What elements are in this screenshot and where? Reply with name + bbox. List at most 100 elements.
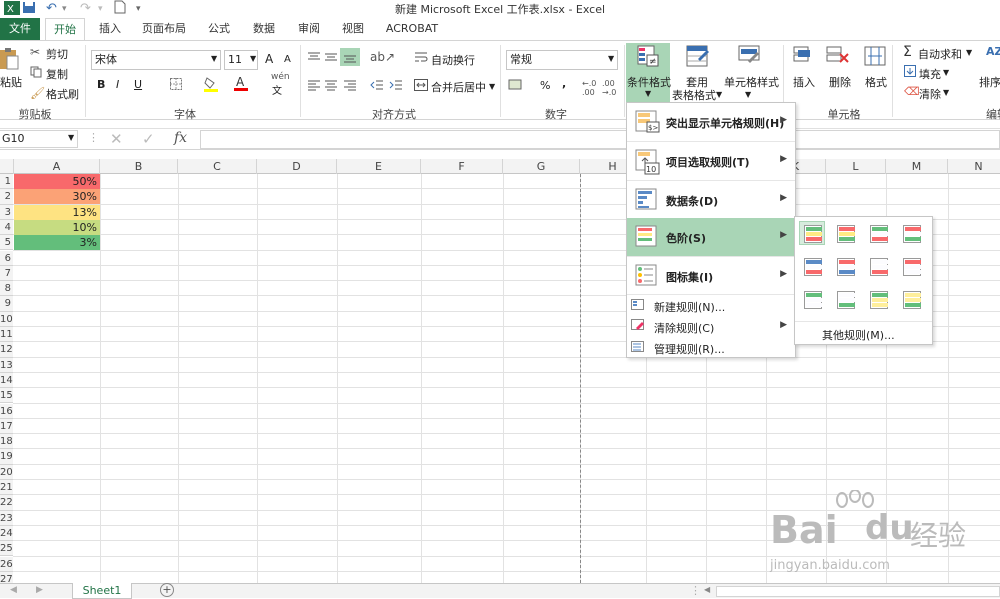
tab-formulas[interactable]: 公式 bbox=[199, 18, 239, 40]
row-header[interactable]: 18 bbox=[0, 434, 13, 450]
underline-button[interactable]: U bbox=[134, 78, 142, 91]
column-header[interactable]: G bbox=[503, 159, 580, 174]
insert-function-icon[interactable]: fx bbox=[174, 130, 187, 146]
color-scale-option[interactable] bbox=[799, 221, 825, 245]
align-left-icon[interactable] bbox=[307, 79, 321, 94]
tab-file[interactable]: 文件 bbox=[0, 18, 40, 40]
menu-item-icon-sets[interactable]: 图标集(I) ▶ bbox=[627, 256, 795, 294]
row-header[interactable]: 23 bbox=[0, 510, 13, 526]
color-scale-option[interactable] bbox=[865, 287, 891, 311]
row-header[interactable]: 14 bbox=[0, 372, 13, 389]
enter-icon[interactable]: ✓ bbox=[142, 130, 155, 148]
column-header[interactable]: M bbox=[886, 159, 948, 174]
cell-a1[interactable]: 50% bbox=[14, 174, 100, 189]
insert-cells-button[interactable]: 插入 bbox=[793, 74, 815, 90]
currency-icon[interactable] bbox=[508, 78, 524, 95]
row-header[interactable]: 9 bbox=[0, 296, 13, 312]
row-header[interactable]: 19 bbox=[0, 449, 13, 465]
conditional-formatting-button[interactable]: ≠ 条件格式 ▼ bbox=[626, 43, 671, 103]
column-header[interactable]: D bbox=[257, 159, 337, 174]
hscroll-left-icon[interactable]: ◀ bbox=[704, 585, 710, 594]
menu-item-top-bottom-rules[interactable]: 10 项目选取规则(T) ▶ bbox=[627, 141, 795, 180]
increase-indent-icon[interactable] bbox=[389, 79, 403, 94]
more-rules-link[interactable]: 其他规则(M)... bbox=[822, 327, 895, 343]
row-header[interactable]: 11 bbox=[0, 327, 13, 343]
column-header[interactable]: N bbox=[948, 159, 1000, 174]
row-header[interactable]: 13 bbox=[0, 357, 13, 373]
column-header[interactable]: B bbox=[100, 159, 178, 174]
menu-item-new-rule[interactable]: 新建规则(N)... bbox=[627, 294, 795, 315]
tab-acrobat[interactable]: ACROBAT bbox=[380, 18, 444, 40]
tab-page-layout[interactable]: 页面布局 bbox=[137, 18, 191, 40]
row-header[interactable]: 21 bbox=[0, 480, 13, 496]
tab-data[interactable]: 数据 bbox=[244, 18, 284, 40]
borders-icon[interactable] bbox=[170, 78, 182, 93]
row-header[interactable]: 7 bbox=[0, 265, 13, 282]
color-scale-option[interactable] bbox=[898, 221, 924, 245]
grow-font-button[interactable]: A bbox=[265, 52, 273, 66]
row-header[interactable]: 26 bbox=[0, 556, 13, 572]
color-scale-option[interactable] bbox=[832, 254, 858, 278]
cut-button[interactable]: 剪切 bbox=[46, 46, 68, 62]
cell-styles-button[interactable]: 单元格样式 bbox=[724, 74, 779, 90]
percent-button[interactable]: % bbox=[540, 79, 550, 92]
cell-a4[interactable]: 10% bbox=[14, 219, 100, 235]
align-top-icon[interactable] bbox=[307, 51, 321, 66]
column-header[interactable]: C bbox=[178, 159, 257, 174]
paste-icon[interactable] bbox=[0, 47, 20, 74]
wrap-text-button[interactable]: 自动换行 bbox=[431, 52, 475, 68]
color-scale-option[interactable] bbox=[832, 287, 858, 311]
row-header[interactable]: 6 bbox=[0, 250, 13, 266]
row-header[interactable]: 24 bbox=[0, 525, 13, 542]
menu-item-manage-rules[interactable]: 管理规则(R)... bbox=[627, 337, 795, 358]
row-header[interactable]: 8 bbox=[0, 281, 13, 297]
row-header[interactable]: 27 bbox=[0, 571, 13, 583]
shrink-font-button[interactable]: A bbox=[284, 54, 291, 65]
increase-decimal-icon[interactable]: ←.0.00 bbox=[582, 79, 596, 97]
cell-a3[interactable]: 13% bbox=[14, 204, 100, 220]
merge-center-button[interactable]: 合并后居中 bbox=[431, 79, 486, 95]
row-header[interactable]: 25 bbox=[0, 541, 13, 557]
row-header[interactable]: 22 bbox=[0, 495, 13, 511]
paste-button[interactable]: 粘贴 bbox=[0, 74, 22, 90]
italic-button[interactable]: I bbox=[116, 78, 119, 91]
fill-color-icon[interactable] bbox=[204, 76, 218, 95]
color-scale-option[interactable] bbox=[832, 221, 858, 245]
tab-view[interactable]: 视图 bbox=[333, 18, 373, 40]
align-bottom-icon[interactable] bbox=[340, 48, 360, 66]
row-header[interactable]: 17 bbox=[0, 418, 13, 435]
orientation-icon[interactable]: ab↗ bbox=[370, 50, 395, 64]
autosum-button[interactable]: 自动求和 bbox=[918, 46, 962, 62]
row-header[interactable]: 5 bbox=[0, 235, 13, 251]
add-sheet-button[interactable]: + bbox=[160, 583, 174, 597]
row-header[interactable]: 16 bbox=[0, 403, 13, 419]
align-right-icon[interactable] bbox=[343, 79, 357, 94]
decrease-decimal-icon[interactable]: .00 →.0 bbox=[602, 79, 616, 97]
row-header[interactable]: 12 bbox=[0, 342, 13, 358]
clear-button[interactable]: 清除 bbox=[919, 86, 941, 102]
row-header[interactable]: 4 bbox=[0, 219, 13, 236]
column-header[interactable]: E bbox=[337, 159, 421, 174]
number-format-select[interactable]: 常规 bbox=[506, 50, 618, 70]
comma-button[interactable]: , bbox=[562, 77, 566, 90]
copy-button[interactable]: 复制 bbox=[46, 66, 68, 82]
bold-button[interactable]: B bbox=[97, 78, 105, 91]
tab-home[interactable]: 开始 bbox=[45, 18, 85, 41]
color-scale-option[interactable] bbox=[799, 287, 825, 311]
horizontal-scrollbar[interactable] bbox=[716, 586, 1000, 597]
menu-item-clear-rules[interactable]: 清除规则(C) ▶ bbox=[627, 315, 795, 337]
align-center-icon[interactable] bbox=[324, 79, 338, 94]
color-scale-option[interactable] bbox=[898, 254, 924, 278]
delete-cells-button[interactable]: 删除 bbox=[829, 74, 851, 90]
cell-a5[interactable]: 3% bbox=[14, 235, 100, 251]
menu-item-color-scales[interactable]: 色阶(S) ▶ bbox=[627, 218, 795, 256]
row-header[interactable]: 10 bbox=[0, 311, 13, 327]
color-scale-option[interactable] bbox=[865, 254, 891, 278]
row-header[interactable]: 3 bbox=[0, 204, 13, 220]
color-scale-option[interactable] bbox=[898, 287, 924, 311]
color-scale-option[interactable] bbox=[865, 221, 891, 245]
menu-item-data-bars[interactable]: 数据条(D) ▶ bbox=[627, 180, 795, 218]
row-header[interactable]: 1 bbox=[0, 174, 13, 190]
select-all-corner[interactable] bbox=[0, 159, 14, 174]
name-box[interactable]: G10 bbox=[0, 130, 78, 148]
